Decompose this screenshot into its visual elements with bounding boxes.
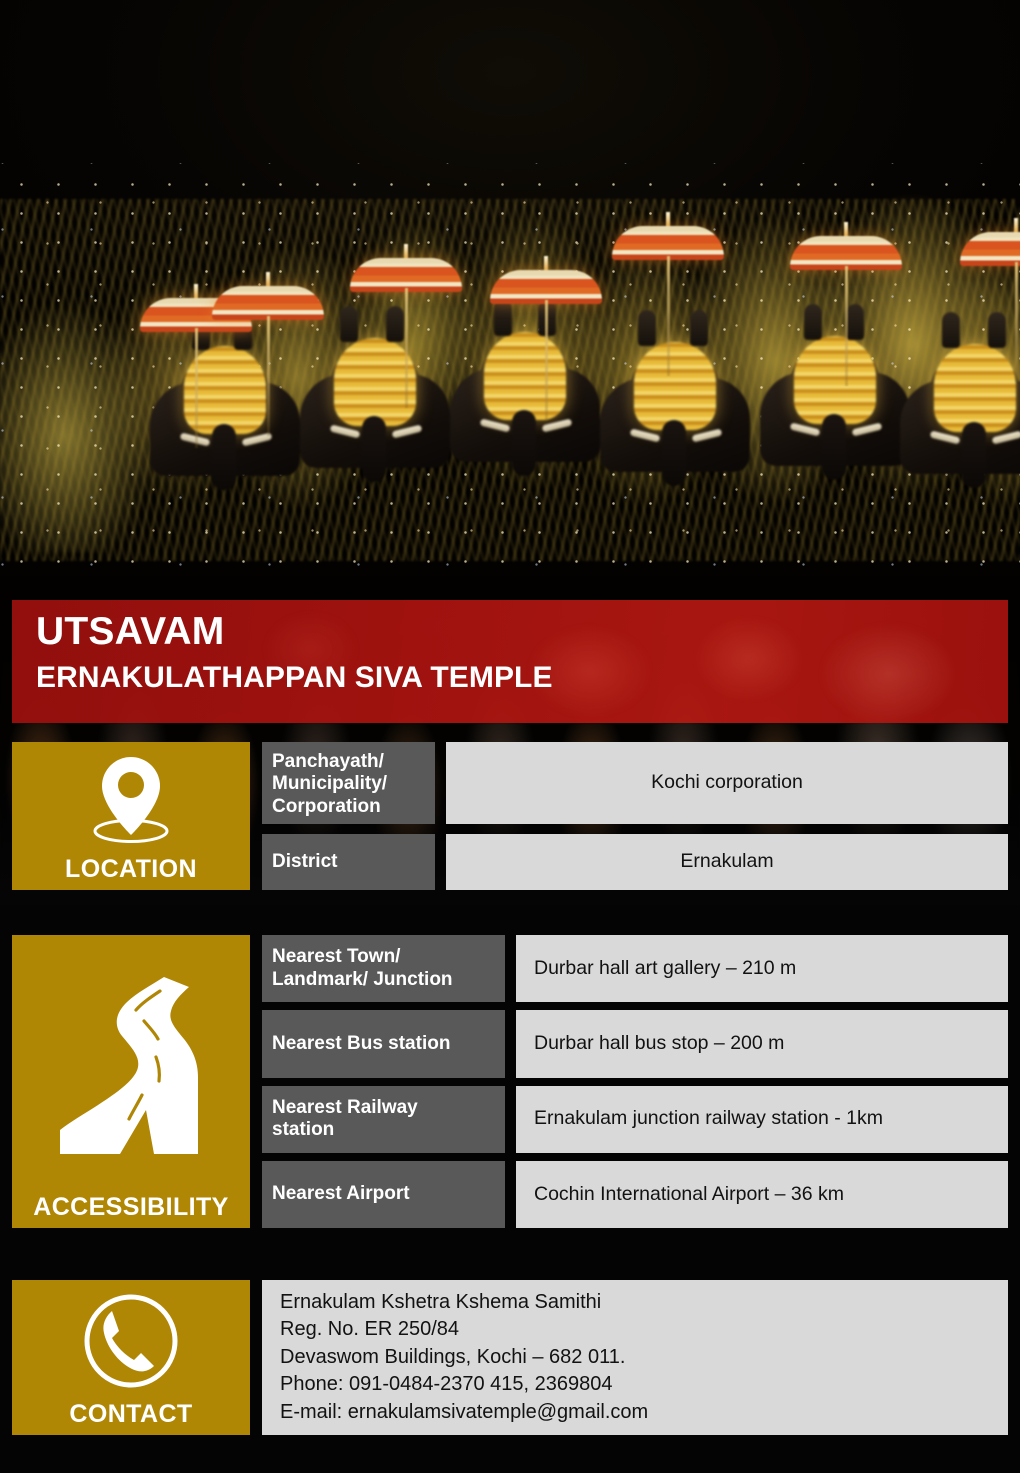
page-title: UTSAVAM	[36, 610, 225, 653]
table-row: Nearest Railway station Ernakulam juncti…	[262, 1085, 1008, 1153]
label-panchayath-line1: Panchayath/	[272, 751, 384, 772]
value-nearest-railway: Ernakulam junction railway station - 1km	[516, 1085, 1008, 1153]
title-banner: UTSAVAM ERNAKULATHAPPAN SIVA TEMPLE	[12, 600, 1008, 723]
contact-line-email: E-mail: ernakulamsivatemple@gmail.com	[280, 1400, 649, 1423]
contact-line-address: Devaswom Buildings, Kochi – 682 011.	[280, 1345, 626, 1368]
label-panchayath-line2: Municipality/	[272, 773, 388, 795]
location-rows: Panchayath/ Municipality/ Corporation Ko…	[262, 742, 1008, 890]
contact-caption: CONTACT	[69, 1400, 193, 1428]
label-town-line1: Nearest Town/	[272, 946, 401, 968]
contact-line-reg: Reg. No. ER 250/84	[280, 1318, 459, 1341]
value-nearest-town: Durbar hall art gallery – 210 m	[516, 935, 1008, 1003]
label-nearest-bus: Nearest Bus station	[262, 1010, 505, 1078]
ceremonial-umbrella	[490, 256, 602, 420]
label-nearest-railway: Nearest Railway station	[262, 1085, 505, 1153]
phone-circle-icon	[12, 1280, 250, 1402]
table-row: Nearest Town/ Landmark/ Junction Durbar …	[262, 935, 1008, 1003]
location-icon-box: LOCATION	[12, 742, 250, 890]
value-nearest-bus: Durbar hall bus stop – 200 m	[516, 1010, 1008, 1078]
section-location: LOCATION Panchayath/ Municipality/ Corpo…	[12, 742, 1008, 890]
contact-icon-box: CONTACT	[12, 1280, 250, 1435]
umbrella-row	[0, 212, 1020, 448]
label-nearest-town: Nearest Town/ Landmark/ Junction	[262, 935, 505, 1003]
section-accessibility: ACCESSIBILITY Nearest Town/ Landmark/ Ju…	[12, 935, 1008, 1228]
accessibility-rows: Nearest Town/ Landmark/ Junction Durbar …	[262, 935, 1008, 1228]
accessibility-icon-box: ACCESSIBILITY	[12, 935, 250, 1228]
label-panchayath-line3: Corporation	[272, 795, 381, 817]
label-town-line2: Landmark/ Junction	[272, 968, 453, 990]
value-nearest-airport: Cochin International Airport – 36 km	[516, 1160, 1008, 1228]
page-subtitle: ERNAKULATHAPPAN SIVA TEMPLE	[36, 661, 553, 694]
ceremonial-umbrella	[212, 272, 324, 436]
table-row: Nearest Airport Cochin International Air…	[262, 1160, 1008, 1228]
label-panchayath: Panchayath/ Municipality/ Corporation	[262, 742, 435, 824]
label-rail-line1: Nearest Railway	[272, 1096, 418, 1118]
ceremonial-umbrella	[612, 212, 724, 376]
map-pin-icon	[12, 742, 250, 857]
contact-line-org: Ernakulam Kshetra Kshema Samithi	[280, 1290, 602, 1313]
contact-line-phone: Phone: 091-0484-2370 415, 2369804	[280, 1373, 613, 1396]
value-panchayath: Kochi corporation	[446, 742, 1008, 824]
label-nearest-airport: Nearest Airport	[262, 1160, 505, 1228]
label-rail-line2: station	[272, 1119, 335, 1141]
ceremonial-umbrella	[960, 218, 1020, 382]
location-caption: LOCATION	[65, 855, 197, 883]
table-row: District Ernakulam	[262, 834, 1008, 890]
winding-road-icon	[12, 935, 250, 1195]
ceremonial-umbrella	[350, 244, 462, 408]
label-district: District	[262, 834, 435, 890]
table-row: Panchayath/ Municipality/ Corporation Ko…	[262, 742, 1008, 824]
value-district: Ernakulam	[446, 834, 1008, 890]
table-row: Nearest Bus station Durbar hall bus stop…	[262, 1010, 1008, 1078]
ceremonial-umbrella	[790, 222, 902, 386]
contact-details: Ernakulam Kshetra Kshema Samithi Reg. No…	[262, 1280, 1008, 1435]
section-contact: CONTACT Ernakulam Kshetra Kshema Samithi…	[12, 1280, 1008, 1435]
accessibility-caption: ACCESSIBILITY	[33, 1193, 229, 1221]
